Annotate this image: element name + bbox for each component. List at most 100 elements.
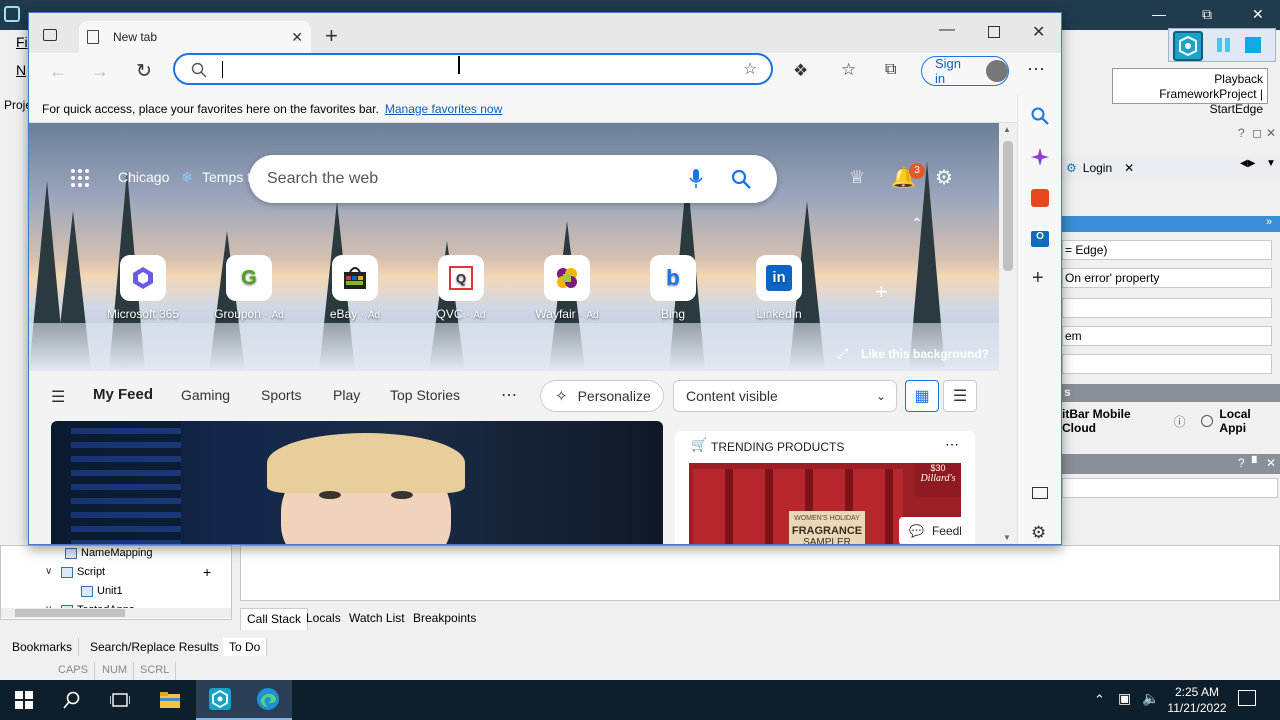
web-search-box[interactable]: Search the web xyxy=(249,155,777,203)
restore-icon[interactable]: ⧉ xyxy=(1202,6,1212,23)
property-dropdown[interactable]: em xyxy=(1062,326,1272,346)
apps-icon[interactable] xyxy=(71,169,89,187)
close-panel-icon[interactable]: ✕ xyxy=(1266,126,1276,140)
close-window-icon[interactable]: ✕ xyxy=(1032,22,1045,42)
tree-item-namemapping[interactable]: NameMapping xyxy=(65,547,153,559)
quick-link-qvc[interactable]: Q QVC · Ad xyxy=(413,255,509,321)
close-icon[interactable]: ✕ xyxy=(1252,6,1264,23)
testcomplete-taskbar-button[interactable] xyxy=(196,680,244,720)
tab-login[interactable]: ⚙ Login ✕ xyxy=(1066,158,1134,178)
collapse-icon[interactable]: » xyxy=(1266,216,1272,228)
tab-actions-icon[interactable] xyxy=(43,29,57,41)
search-icon[interactable] xyxy=(1031,107,1049,125)
tab-locals[interactable]: Locals xyxy=(300,608,347,630)
personalize-button[interactable]: ✧ Personalize xyxy=(540,380,664,412)
location-label[interactable]: Chicago xyxy=(118,169,169,185)
forward-icon[interactable]: → xyxy=(91,61,109,82)
tab-new-tab[interactable]: New tab ✕ xyxy=(79,21,311,53)
file-explorer-button[interactable] xyxy=(146,680,194,720)
weather-label[interactable]: Temps t xyxy=(202,169,251,185)
task-view-button[interactable] xyxy=(96,680,144,720)
page-scrollbar[interactable]: ▲ ▼ xyxy=(999,123,1017,544)
scroll-thumb[interactable] xyxy=(15,609,125,617)
search-button[interactable] xyxy=(48,680,96,720)
quick-link-groupon[interactable]: G Groupon · Ad xyxy=(201,255,297,321)
info-icon[interactable]: ⓘ xyxy=(1173,413,1185,430)
start-button[interactable] xyxy=(0,680,48,720)
office-icon[interactable] xyxy=(1031,189,1049,207)
close-tab-icon[interactable]: ✕ xyxy=(1124,161,1134,175)
scroll-up-icon[interactable]: ▲ xyxy=(1003,125,1011,134)
trending-products-card[interactable]: 🛒 TRENDING PRODUCTS ⋯ WOMEN'S HOLIDAY FR… xyxy=(675,431,975,544)
close-panel-icon[interactable]: ✕ xyxy=(1266,456,1276,470)
settings-icon[interactable]: ⚙ xyxy=(1031,523,1046,543)
property-row[interactable]: = Edge) xyxy=(1062,240,1272,260)
manage-favorites-link[interactable]: Manage favorites now xyxy=(385,102,502,116)
menu-file[interactable]: Fi xyxy=(16,34,28,50)
property-row[interactable] xyxy=(1062,354,1272,374)
testcomplete-icon[interactable] xyxy=(1173,31,1203,61)
network-icon[interactable]: ▣ xyxy=(1118,690,1131,707)
stop-icon[interactable] xyxy=(1245,37,1261,53)
more-options-icon[interactable]: ⋯ xyxy=(945,436,959,453)
more-tabs-icon[interactable]: ⋯ xyxy=(501,385,517,405)
microphone-icon[interactable] xyxy=(689,169,703,189)
feedback-button[interactable]: 💬 Feedback xyxy=(899,517,961,544)
search-icon[interactable] xyxy=(731,169,751,189)
tab-search-replace[interactable]: Search/Replace Results xyxy=(84,638,226,656)
float-icon[interactable]: ◻ xyxy=(1252,126,1262,140)
local-app-label[interactable]: Local Appi xyxy=(1219,407,1280,435)
tab-my-feed[interactable]: My Feed xyxy=(93,386,153,403)
address-bar[interactable]: ☆ xyxy=(173,53,773,85)
hide-sidebar-icon[interactable] xyxy=(1032,487,1048,499)
expand-icon[interactable]: ⤢ xyxy=(837,345,848,362)
new-tab-icon[interactable]: + xyxy=(325,23,338,49)
property-dropdown[interactable]: On error' property xyxy=(1062,268,1272,288)
rewards-icon[interactable]: ♕ xyxy=(849,167,865,188)
quick-link-linkedin[interactable]: in LinkedIn xyxy=(731,255,827,321)
radio-button[interactable] xyxy=(1201,415,1214,427)
menu-icon[interactable]: ☰ xyxy=(51,387,65,407)
quick-link-bing[interactable]: b Bing xyxy=(625,255,721,321)
more-options-icon[interactable]: ⋯ xyxy=(1027,59,1046,80)
content-visibility-dropdown[interactable]: Content visible ⌄ xyxy=(673,380,897,412)
favorites-icon[interactable]: ☆ xyxy=(841,60,856,80)
quick-link-microsoft365[interactable]: Microsoft 365 xyxy=(95,255,191,321)
scroll-thumb[interactable] xyxy=(1003,141,1013,271)
list-view-button[interactable]: ☰ xyxy=(943,380,977,412)
tab-gaming[interactable]: Gaming xyxy=(181,387,230,403)
tab-call-stack[interactable]: Call Stack xyxy=(240,608,309,630)
tab-play[interactable]: Play xyxy=(333,387,360,403)
add-icon[interactable]: + xyxy=(203,564,211,580)
clock[interactable]: 2:25 AM 11/21/2022 xyxy=(1162,684,1232,716)
tab-top-stories[interactable]: Top Stories xyxy=(390,387,460,403)
tab-bookmarks[interactable]: Bookmarks xyxy=(6,638,80,656)
notification-center-icon[interactable] xyxy=(1238,690,1256,706)
page-settings-icon[interactable]: ⚙ xyxy=(935,165,953,190)
expand-icon[interactable]: ∨ xyxy=(45,566,52,577)
edge-taskbar-button[interactable] xyxy=(244,680,292,720)
help-icon[interactable]: ? xyxy=(1238,456,1245,470)
refresh-icon[interactable]: ↻ xyxy=(136,60,152,83)
property-row[interactable] xyxy=(1062,298,1272,318)
tab-list-icon[interactable]: ▼ xyxy=(1266,158,1276,169)
volume-icon[interactable]: 🔈 xyxy=(1142,690,1159,707)
pause-icon[interactable] xyxy=(1217,38,1222,52)
tree-item-script[interactable]: Script xyxy=(61,566,105,578)
tab-sports[interactable]: Sports xyxy=(261,387,301,403)
tree-item-unit1[interactable]: Unit1 xyxy=(81,585,123,597)
add-sidebar-icon[interactable]: + xyxy=(1032,267,1044,290)
tab-todo[interactable]: To Do xyxy=(223,638,268,656)
add-shortcut-icon[interactable]: + xyxy=(875,279,888,305)
collections-icon[interactable]: ⧉ xyxy=(885,61,896,79)
tab-scroll-icon[interactable]: ◀▶ xyxy=(1240,158,1255,169)
news-card[interactable] xyxy=(51,421,663,544)
mobile-cloud-label[interactable]: itBar Mobile Cloud xyxy=(1062,407,1167,435)
show-hidden-icons[interactable]: ⌃ xyxy=(1094,692,1105,708)
horizontal-scrollbar[interactable] xyxy=(1,608,231,618)
maximize-icon[interactable] xyxy=(988,26,1000,38)
grid-view-button[interactable]: ▦ xyxy=(905,380,939,412)
collapse-chevron-icon[interactable]: ⌃ xyxy=(911,215,923,232)
quick-link-ebay[interactable]: eBay · Ad xyxy=(307,255,403,321)
sparkle-icon[interactable] xyxy=(1031,148,1049,166)
